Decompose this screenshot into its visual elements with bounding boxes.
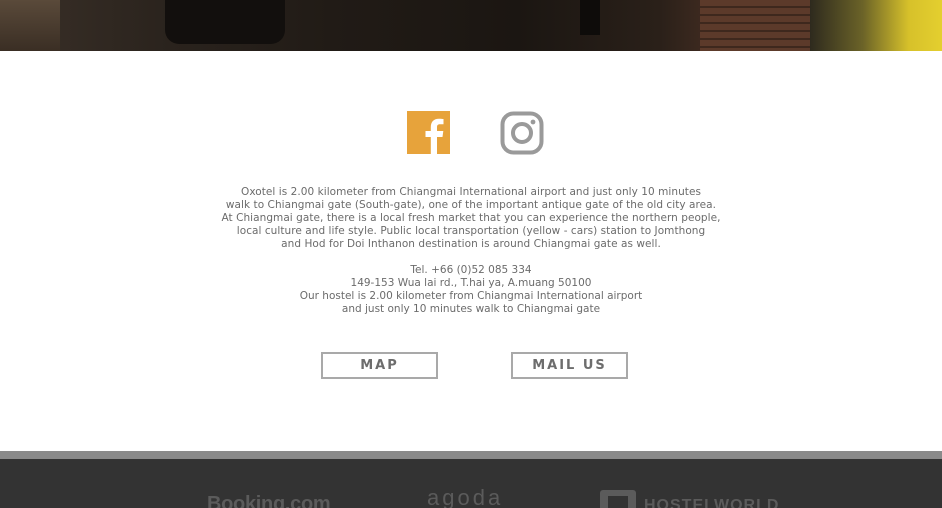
distance-info: and just only 10 minutes walk to Chiangm…: [341, 303, 601, 315]
agoda-logo[interactable]: agoda: [427, 485, 503, 508]
contact-info: Tel. +66 (0)52 085 334 149-153 Wua lai r…: [0, 264, 942, 316]
social-links: [0, 111, 942, 155]
telephone: Tel. +66 (0)52 085 334: [410, 264, 532, 276]
description-line: At Chiangmai gate, there is a local fres…: [221, 212, 721, 224]
distance-info: Our hostel is 2.00 kilometer from Chiang…: [299, 290, 643, 302]
footer-divider: [0, 451, 942, 459]
booking-logo[interactable]: Booking.com: [207, 493, 331, 508]
mail-us-button[interactable]: MAIL US: [511, 352, 628, 379]
address: 149-153 Wua lai rd., T.hai ya, A.muang 5…: [350, 277, 592, 289]
hostelworld-icon: [600, 490, 636, 508]
facebook-icon[interactable]: [407, 111, 450, 154]
description-line: and Hod for Doi Inthanon destination is …: [281, 238, 661, 250]
hostelworld-logo[interactable]: HOSTELWORLD: [644, 497, 779, 508]
description-line: local culture and life style. Public loc…: [236, 225, 706, 237]
hotel-description: Oxotel is 2.00 kilometer from Chiangmai …: [0, 186, 942, 251]
map-button[interactable]: MAP: [321, 352, 438, 379]
instagram-icon[interactable]: [500, 111, 544, 155]
partner-footer: Booking.com agoda HOSTELWORLD: [0, 459, 942, 508]
description-line: Oxotel is 2.00 kilometer from Chiangmai …: [241, 186, 701, 198]
hero-image: [0, 0, 942, 51]
description-line: walk to Chiangmai gate (South-gate), one…: [225, 199, 717, 211]
